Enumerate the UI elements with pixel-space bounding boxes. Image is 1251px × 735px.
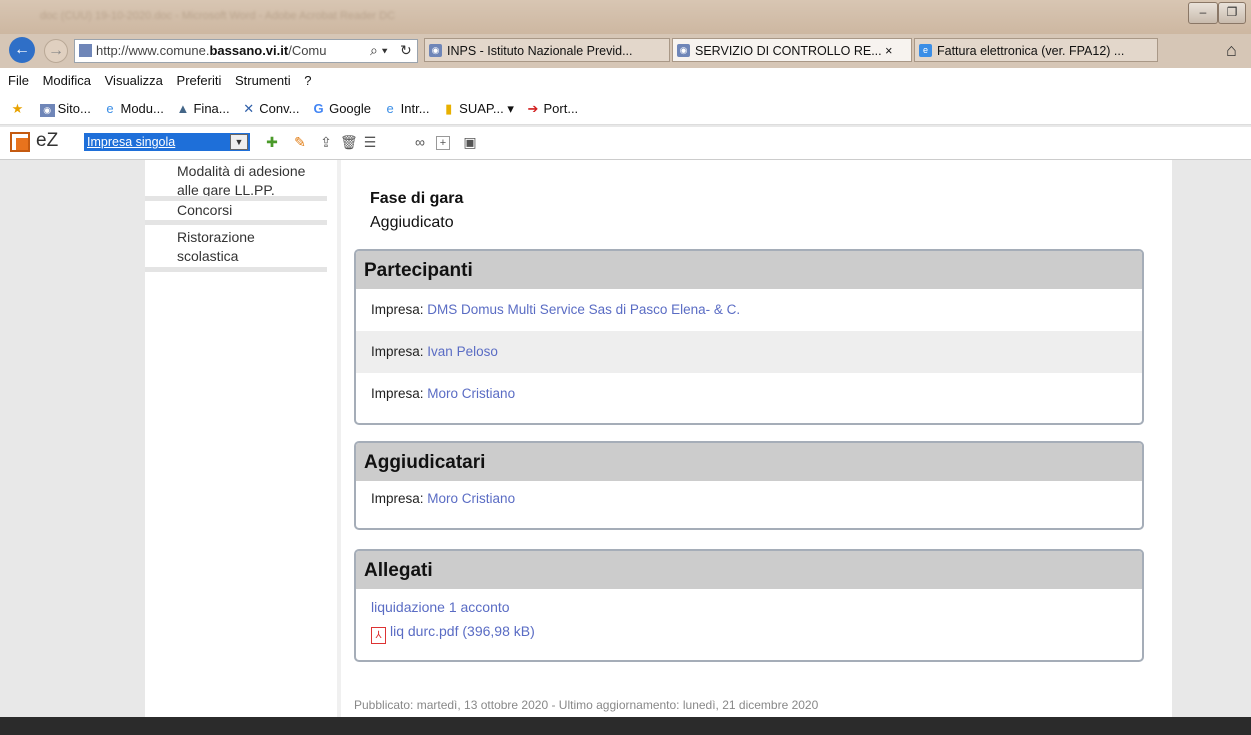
window-title-bar: doc (CUU) 19-10-2020.doc - Microsoft Wor… bbox=[0, 0, 1251, 34]
awardees-title: Aggiudicatari bbox=[356, 443, 1142, 481]
content-class-select[interactable]: Impresa singola bbox=[84, 133, 250, 151]
participants-title: Partecipanti bbox=[356, 251, 1142, 289]
refresh-icon[interactable]: ↻ bbox=[400, 42, 412, 59]
expand-icon[interactable]: + bbox=[436, 136, 450, 150]
attachment-file-link[interactable]: ⅄ liq durc.pdf (396,98 kB) bbox=[371, 623, 535, 644]
ez-toolbar: eZ Impresa singola ▼ ✚ ✎ ⇪ 🗑 ☰ ∞ + ▣ bbox=[0, 127, 1251, 160]
address-domain: bassano.vi.it bbox=[209, 43, 289, 58]
menu-visualizza[interactable]: Visualizza bbox=[105, 73, 163, 88]
favorite-sito[interactable]: ◉ Sito... bbox=[39, 94, 91, 124]
close-tab-icon[interactable]: × bbox=[885, 44, 892, 58]
sidebar-item-concorsi[interactable]: Concorsi bbox=[177, 201, 232, 220]
site-favicon-icon bbox=[79, 44, 92, 57]
favorite-google[interactable]: G Google bbox=[311, 94, 371, 124]
company-link[interactable]: Moro Cristiano bbox=[427, 491, 515, 506]
favorite-label: Conv... bbox=[259, 101, 300, 116]
sidebar-divider bbox=[145, 267, 327, 272]
company-label: Impresa: bbox=[371, 386, 424, 401]
favorite-label: Sito... bbox=[57, 101, 91, 116]
maximize-button[interactable]: ❐ bbox=[1218, 2, 1246, 24]
footer-bar bbox=[0, 717, 1251, 735]
company-link[interactable]: Ivan Peloso bbox=[427, 344, 498, 359]
favorite-modu[interactable]: e Modu... bbox=[103, 94, 164, 124]
menu-file[interactable]: File bbox=[8, 73, 29, 88]
favorites-bar: ★ ◉ Sito... e Modu... ▲ Fina... ✕ Conv... GG… bbox=[0, 94, 1251, 125]
address-bar[interactable]: http://www.comune.bassano.vi.it/Comu bbox=[74, 39, 418, 63]
list-item: Impresa: Moro Cristiano bbox=[356, 373, 1142, 415]
tab-fattura-elettronica[interactable]: e Fattura elettronica (ver. FPA12) ... bbox=[914, 38, 1158, 62]
ez-logo-text: eZ bbox=[36, 130, 59, 151]
menu-strumenti[interactable]: Strumenti bbox=[235, 73, 291, 88]
attachment-file-label: liq durc.pdf (396,98 kB) bbox=[390, 623, 535, 639]
company-link[interactable]: DMS Domus Multi Service Sas di Pasco Ele… bbox=[427, 302, 740, 317]
favorite-label: Modu... bbox=[120, 101, 164, 116]
pdf-icon: ⅄ bbox=[371, 627, 386, 644]
menu-modifica[interactable]: Modifica bbox=[43, 73, 91, 88]
menu-help[interactable]: ? bbox=[304, 73, 311, 88]
move-icon[interactable]: ⇪ bbox=[318, 134, 334, 150]
edit-icon[interactable]: ✎ bbox=[292, 134, 308, 150]
favorite-intr[interactable]: e Intr... bbox=[383, 94, 430, 124]
window-title: doc (CUU) 19-10-2020.doc - Microsoft Wor… bbox=[40, 10, 396, 22]
favorite-label: Fina... bbox=[193, 101, 230, 116]
sidebar-divider bbox=[145, 196, 327, 201]
favorite-label: Google bbox=[329, 101, 371, 116]
menu-preferiti[interactable]: Preferiti bbox=[177, 73, 222, 88]
add-icon[interactable]: ✚ bbox=[264, 134, 280, 150]
trash-icon[interactable]: 🗑 bbox=[340, 134, 358, 150]
company-label: Impresa: bbox=[371, 344, 424, 359]
company-label: Impresa: bbox=[371, 491, 424, 506]
participants-panel: Partecipanti Impresa: DMS Domus Multi Se… bbox=[354, 249, 1144, 425]
menu-bar: File Modifica Visualizza Preferiti Strum… bbox=[0, 68, 1251, 94]
tab-label: Fattura elettronica (ver. FPA12) ... bbox=[937, 44, 1125, 58]
company-link[interactable]: Moro Cristiano bbox=[427, 386, 515, 401]
sort-icon[interactable]: ☰ bbox=[362, 134, 378, 150]
navigation-bar: ← → http://www.comune.bassano.vi.it/Comu… bbox=[0, 34, 1251, 68]
attachment-group-label: liquidazione 1 acconto bbox=[371, 599, 510, 615]
attachment-group-link[interactable]: liquidazione 1 acconto bbox=[371, 599, 510, 615]
back-arrow-icon[interactable]: ← bbox=[9, 37, 35, 63]
favorite-fina[interactable]: ▲ Fina... bbox=[175, 94, 230, 124]
favorite-label: SUAP... bbox=[459, 101, 504, 116]
attachments-title: Allegati bbox=[356, 551, 1142, 589]
link-icon[interactable]: ∞ bbox=[412, 134, 428, 150]
awardees-panel: Aggiudicatari Impresa: Moro Cristiano bbox=[354, 441, 1144, 530]
sidebar-item-adesione-gare[interactable]: Modalità di adesione alle gare LL.PP. bbox=[177, 162, 327, 200]
list-item: Impresa: DMS Domus Multi Service Sas di … bbox=[356, 289, 1142, 331]
address-prefix: http://www.comune. bbox=[96, 43, 210, 58]
favorites-star-icon[interactable]: ★ bbox=[10, 94, 28, 124]
forward-arrow-icon[interactable]: → bbox=[44, 39, 68, 63]
favorite-label: Port... bbox=[543, 101, 579, 116]
phase-label: Fase di gara bbox=[370, 190, 464, 207]
favorite-port[interactable]: ➔ Port... bbox=[525, 94, 579, 124]
chevron-down-icon[interactable]: ▼ bbox=[230, 134, 248, 150]
list-item: Impresa: Moro Cristiano bbox=[356, 481, 1142, 517]
sidebar-divider bbox=[145, 220, 327, 225]
tab-label: SERVIZIO DI CONTROLLO RE... bbox=[695, 44, 882, 58]
cache-icon[interactable]: ▣ bbox=[462, 134, 478, 150]
list-item: Impresa: Ivan Peloso bbox=[356, 331, 1142, 373]
phase-value: Aggiudicato bbox=[370, 214, 454, 231]
sidebar-item-ristorazione[interactable]: Ristorazione scolastica bbox=[177, 228, 307, 266]
tab-servizio-controllo[interactable]: ◉ SERVIZIO DI CONTROLLO RE... × bbox=[672, 38, 912, 62]
minimize-button[interactable]: – bbox=[1188, 2, 1218, 24]
tab-label: INPS - Istituto Nazionale Previd... bbox=[447, 44, 633, 58]
attachments-panel: Allegati liquidazione 1 acconto ⅄ liq dur… bbox=[354, 549, 1144, 662]
address-suffix: /Comu bbox=[288, 43, 327, 58]
ez-logo-icon bbox=[10, 132, 30, 152]
favorite-label: Intr... bbox=[400, 101, 430, 116]
publish-info: Pubblicato: martedì, 13 ottobre 2020 - U… bbox=[354, 698, 819, 712]
column-divider bbox=[337, 160, 341, 720]
favorite-suap[interactable]: ▮ SUAP... ▾ bbox=[441, 94, 514, 124]
company-label: Impresa: bbox=[371, 302, 424, 317]
tab-inps[interactable]: ◉ INPS - Istituto Nazionale Previd... bbox=[424, 38, 670, 62]
search-icon[interactable]: ⌕ ▾ bbox=[370, 42, 388, 59]
favorite-conv[interactable]: ✕ Conv... bbox=[241, 94, 299, 124]
home-icon[interactable]: ⌂ bbox=[1226, 40, 1237, 61]
